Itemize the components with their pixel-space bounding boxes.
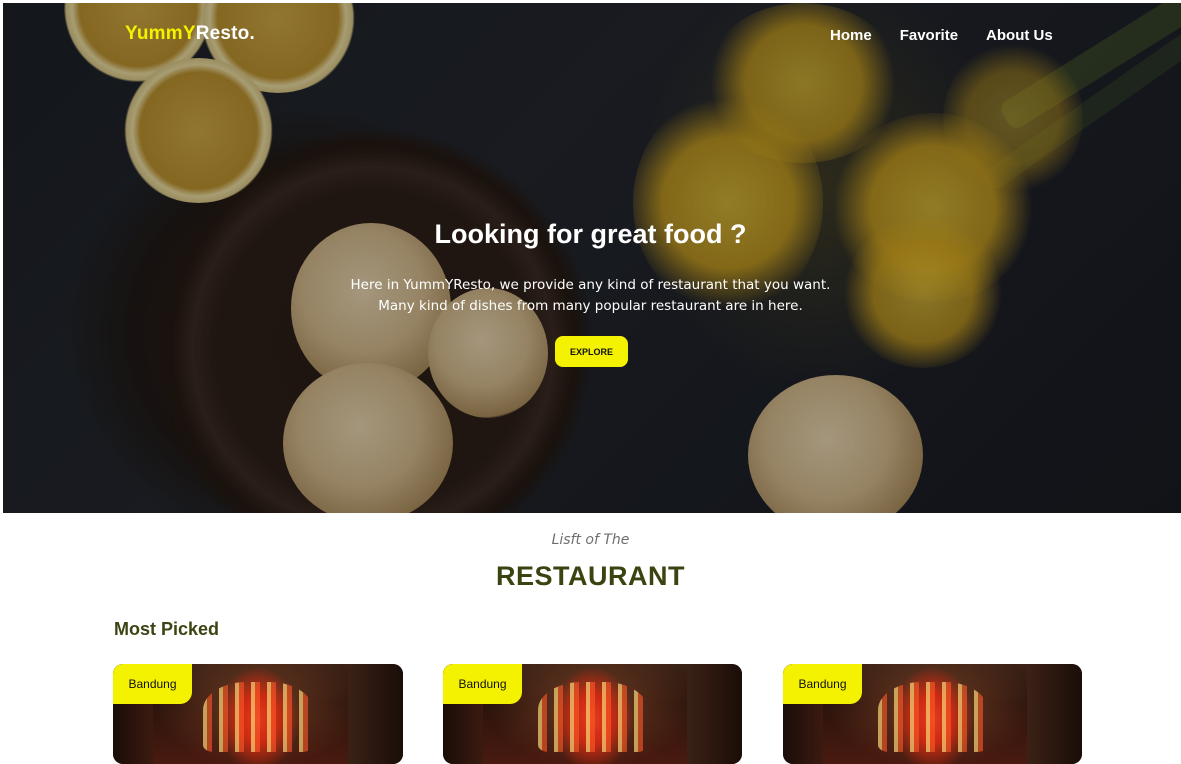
restaurant-card[interactable]: Bandung xyxy=(783,664,1082,764)
card-image-shade xyxy=(1027,664,1082,764)
card-image-shade xyxy=(348,664,403,764)
hero-description-line: Here in YummYResto, we provide any kind … xyxy=(350,277,831,293)
city-badge: Bandung xyxy=(113,664,192,704)
chandelier-image xyxy=(877,682,988,752)
brand-logo[interactable]: YummYResto. xyxy=(125,23,255,45)
hero-description: Here in YummYResto, we provide any kind … xyxy=(0,275,1181,317)
nav-link-home[interactable]: Home xyxy=(830,27,872,44)
main-nav: Home Favorite About Us xyxy=(830,27,1053,44)
section-subheading: Lisft of The xyxy=(551,532,630,548)
chandelier-image xyxy=(537,682,648,752)
brand-accent-text: YummY xyxy=(125,23,196,44)
most-picked-title: Most Picked xyxy=(114,619,220,639)
explore-button[interactable]: EXPLORE xyxy=(555,336,628,367)
brand-rest-text: Resto. xyxy=(195,23,255,44)
chandelier-image xyxy=(203,682,313,752)
city-badge: Bandung xyxy=(783,664,862,704)
hero-overlay xyxy=(3,3,1181,513)
restaurant-card[interactable]: Bandung xyxy=(443,664,742,764)
city-badge: Bandung xyxy=(443,664,522,704)
nav-link-about-us[interactable]: About Us xyxy=(986,27,1053,44)
restaurant-card[interactable]: Bandung xyxy=(113,664,403,764)
hero-description-line: Many kind of dishes from many popular re… xyxy=(378,298,803,314)
hero-title: Looking for great food ? xyxy=(434,219,747,249)
hero-banner xyxy=(3,3,1181,513)
card-image-shade xyxy=(687,664,742,764)
nav-link-favorite[interactable]: Favorite xyxy=(900,27,958,44)
section-heading: RESTAURANT xyxy=(496,561,685,591)
